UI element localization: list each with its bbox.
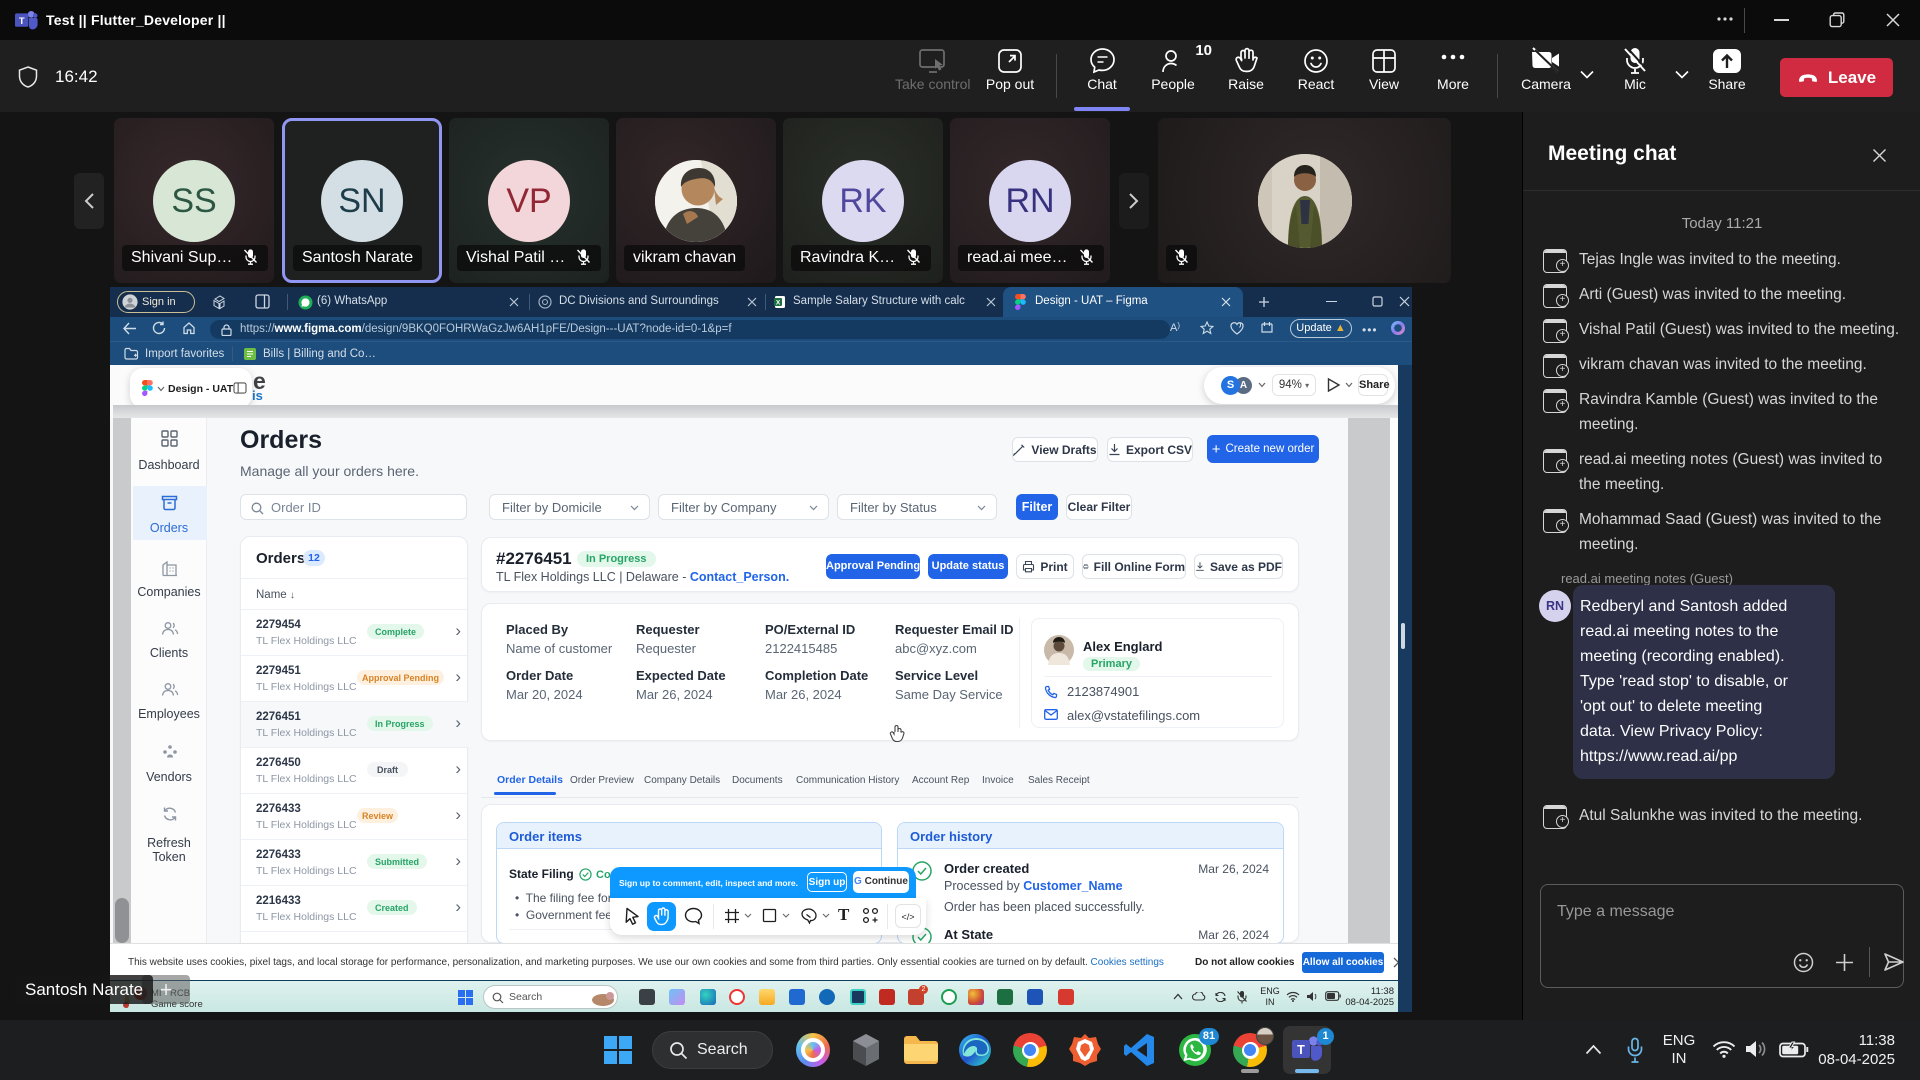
svg-text:T: T (19, 15, 25, 26)
svg-text:T: T (1297, 1043, 1305, 1057)
svg-text:X: X (776, 300, 781, 307)
